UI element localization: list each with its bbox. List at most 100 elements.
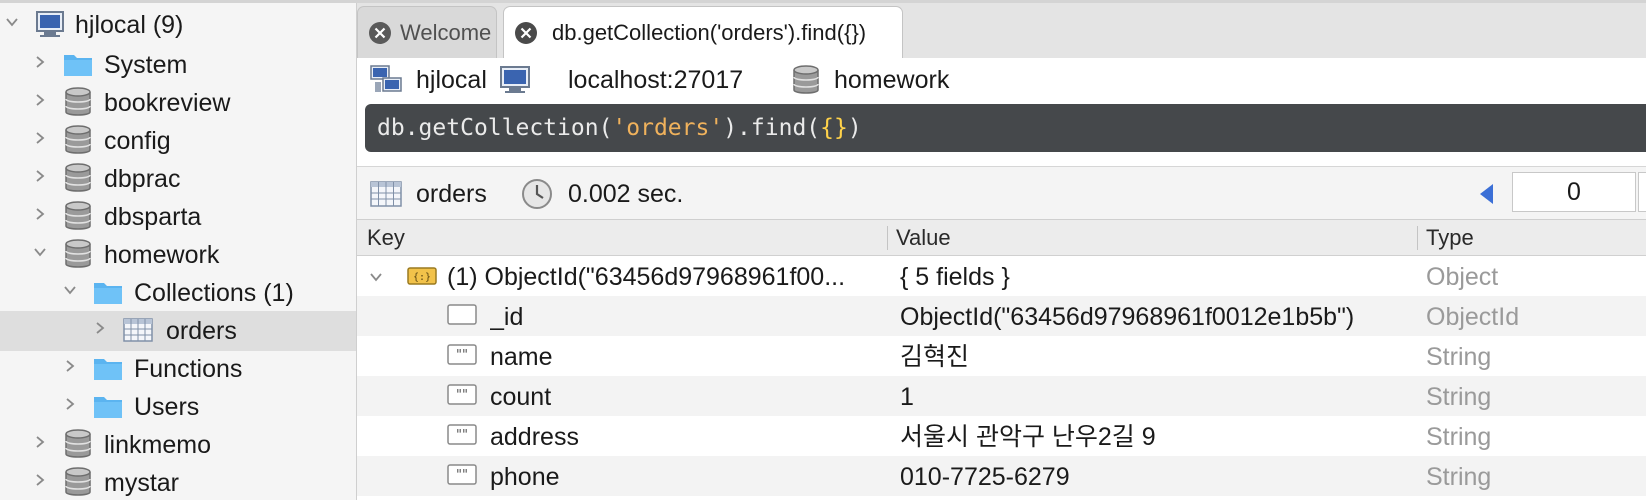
- tab-welcome[interactable]: Welcome: [357, 6, 497, 58]
- svg-text:"": "": [456, 428, 468, 443]
- column-header-key[interactable]: Key: [367, 225, 405, 251]
- tree-item-label: dbsparta: [104, 203, 202, 231]
- chevron-down-icon[interactable]: [6, 16, 18, 28]
- column-resize-handle[interactable]: [887, 226, 888, 250]
- page-start-input[interactable]: [1512, 172, 1636, 212]
- tree-item-label: Users: [134, 393, 200, 421]
- folder-icon: [92, 390, 124, 422]
- tree-item-dbsparta[interactable]: dbsparta: [0, 197, 356, 237]
- database-icon: [62, 466, 94, 498]
- tab-label: db.getCollection('orders').find({}): [552, 20, 867, 45]
- chevron-down-icon[interactable]: [369, 270, 383, 284]
- tree-item-system[interactable]: System: [0, 45, 356, 85]
- result-info-bar: orders 0.002 sec.: [357, 167, 1646, 220]
- query-editor[interactable]: db.getCollection('orders').find({}): [365, 104, 1646, 152]
- chevron-down-icon[interactable]: [34, 246, 46, 258]
- tree-item-config[interactable]: config: [0, 121, 356, 161]
- folder-icon: [62, 48, 94, 80]
- server-icon: [34, 8, 66, 40]
- previous-page-arrow-icon[interactable]: [1477, 182, 1495, 206]
- close-icon[interactable]: [514, 21, 538, 45]
- chevron-right-icon[interactable]: [64, 360, 76, 372]
- table-row-document[interactable]: {:} (1) ObjectId("63456d97968961f00... {…: [357, 256, 1646, 296]
- connection-name: hjlocal: [416, 66, 487, 94]
- tree-item-label: linkmemo: [104, 431, 211, 459]
- tree-item-label: Collections (1): [134, 279, 294, 307]
- results-table-header: Key Value Type: [357, 220, 1646, 256]
- tree-item-bookreview[interactable]: bookreview: [0, 83, 356, 123]
- tree-item-orders[interactable]: orders: [0, 311, 356, 351]
- tree-item-label: hjlocal (9): [75, 11, 184, 39]
- folder-icon: [92, 352, 124, 384]
- editor-token: .getCollection(: [404, 115, 613, 141]
- objectid-field-icon: [447, 303, 477, 327]
- tab-bar: Welcome db.getCollection('orders').find(…: [357, 3, 1646, 59]
- tree-item-homework[interactable]: homework: [0, 235, 356, 275]
- chevron-right-icon[interactable]: [34, 132, 46, 144]
- chevron-right-icon[interactable]: [94, 322, 106, 334]
- cell-key: address: [490, 423, 579, 451]
- editor-token: db: [377, 115, 405, 141]
- column-resize-handle[interactable]: [1417, 226, 1418, 250]
- editor-splitter[interactable]: [357, 154, 1646, 167]
- close-icon[interactable]: [368, 21, 392, 45]
- query-execution-time: 0.002 sec.: [568, 180, 684, 208]
- tree-item-label: homework: [104, 241, 220, 269]
- table-row-field-count[interactable]: "" count 1 String: [357, 376, 1646, 416]
- tree-item-functions[interactable]: Functions: [0, 349, 356, 389]
- string-field-icon: "": [447, 343, 477, 367]
- database-name: homework: [834, 66, 950, 94]
- cell-type: String: [1426, 343, 1492, 371]
- tree-item-users[interactable]: Users: [0, 387, 356, 427]
- chevron-right-icon[interactable]: [34, 474, 46, 486]
- result-collection-name: orders: [416, 180, 487, 208]
- chevron-right-icon[interactable]: [34, 170, 46, 182]
- svg-text:{:}: {:}: [413, 272, 431, 283]
- svg-text:"": "": [456, 468, 468, 483]
- cell-value: 1: [900, 383, 914, 411]
- tree-item-label: bookreview: [104, 89, 231, 117]
- chevron-right-icon[interactable]: [34, 208, 46, 220]
- host-address: localhost:27017: [568, 66, 744, 94]
- tree-item-hjlocal[interactable]: hjlocal (9): [0, 5, 356, 45]
- chevron-right-icon[interactable]: [34, 56, 46, 68]
- connection-icon: [369, 63, 403, 97]
- column-header-value[interactable]: Value: [896, 225, 951, 251]
- database-icon: [62, 428, 94, 460]
- tree-item-label: mystar: [104, 469, 179, 497]
- table-row-field-phone[interactable]: "" phone 010-7725-6279 String: [357, 456, 1646, 496]
- connection-tree-sidebar: hjlocal (9) System bookreview config dbp…: [0, 3, 357, 500]
- editor-token: ): [847, 115, 862, 141]
- cell-key: (1) ObjectId("63456d97968961f00...: [447, 263, 846, 291]
- column-header-type[interactable]: Type: [1426, 225, 1474, 251]
- table-row-field-id[interactable]: _id ObjectId("63456d97968961f0012e1b5b")…: [357, 296, 1646, 336]
- chevron-down-icon[interactable]: [64, 284, 76, 296]
- chevron-right-icon[interactable]: [64, 398, 76, 410]
- editor-token: ).find(: [723, 115, 821, 141]
- tree-item-linkmemo[interactable]: linkmemo: [0, 425, 356, 465]
- tree-item-collections[interactable]: Collections (1): [0, 273, 356, 313]
- tree-item-dbprac[interactable]: dbprac: [0, 159, 356, 199]
- cell-value: ObjectId("63456d97968961f0012e1b5b"): [900, 303, 1355, 331]
- chevron-right-icon[interactable]: [34, 436, 46, 448]
- tree-item-label: System: [104, 51, 188, 79]
- database-icon: [62, 200, 94, 232]
- string-field-icon: "": [447, 383, 477, 407]
- database-icon: [62, 162, 94, 194]
- clock-icon: [520, 177, 554, 211]
- string-field-icon: "": [447, 423, 477, 447]
- database-icon: [789, 63, 823, 97]
- table-row-field-address[interactable]: "" address 서울시 관악구 난우2길 9 String: [357, 416, 1646, 456]
- cell-key: _id: [490, 303, 524, 331]
- cell-type: String: [1426, 463, 1492, 491]
- database-icon: [62, 86, 94, 118]
- svg-text:"": "": [456, 348, 468, 363]
- tab-query-orders[interactable]: db.getCollection('orders').find({}): [503, 6, 903, 59]
- tree-item-mystar[interactable]: mystar: [0, 463, 356, 500]
- editor-token-string: 'orders': [612, 115, 724, 141]
- cell-value: 김혁진: [900, 343, 970, 371]
- page-size-input[interactable]: [1638, 172, 1646, 212]
- cell-key: count: [490, 383, 552, 411]
- table-row-field-name[interactable]: "" name 김혁진 String: [357, 336, 1646, 376]
- chevron-right-icon[interactable]: [34, 94, 46, 106]
